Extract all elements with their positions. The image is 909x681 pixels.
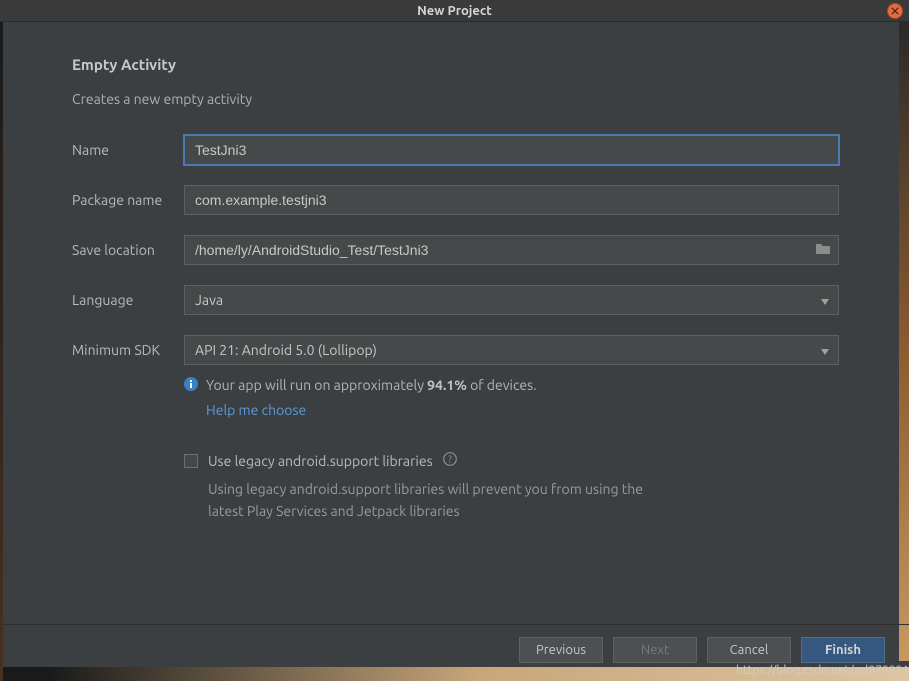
watermark: https://blog.csdn.net/zxl970921 [736, 664, 909, 677]
language-select[interactable]: Java [184, 285, 839, 315]
sdk-label: Minimum SDK [72, 342, 184, 358]
legacy-section: Use legacy android.support libraries ? U… [184, 452, 839, 523]
content-area: Empty Activity Creates a new empty activ… [0, 22, 909, 523]
location-label: Save location [72, 242, 184, 258]
name-label: Name [72, 142, 184, 158]
location-input[interactable] [184, 235, 839, 265]
close-icon [891, 7, 899, 15]
background-strip-left [0, 22, 3, 681]
svg-text:?: ? [448, 454, 452, 465]
close-button[interactable] [887, 3, 903, 19]
legacy-checkbox[interactable] [184, 454, 198, 468]
legacy-description: Using legacy android.support libraries w… [208, 478, 678, 523]
info-section: Your app will run on approximately 94.1%… [184, 375, 839, 418]
help-me-choose-link[interactable]: Help me choose [206, 402, 839, 418]
sdk-select[interactable]: API 21: Android 5.0 (Lollipop) [184, 335, 839, 365]
background-strip-right [899, 22, 909, 661]
info-text: Your app will run on approximately 94.1%… [206, 375, 537, 396]
package-input[interactable] [184, 185, 839, 215]
button-bar: Previous Next Cancel Finish [0, 624, 909, 663]
sdk-row: Minimum SDK API 21: Android 5.0 (Lollipo… [72, 335, 839, 365]
location-row: Save location [72, 235, 839, 265]
previous-button[interactable]: Previous [519, 637, 603, 663]
folder-icon [815, 242, 831, 255]
legacy-checkbox-label: Use legacy android.support libraries [208, 453, 433, 469]
info-icon [184, 377, 198, 395]
titlebar: New Project [0, 0, 909, 22]
page-description: Creates a new empty activity [72, 91, 839, 107]
next-button[interactable]: Next [613, 637, 697, 663]
finish-button[interactable]: Finish [801, 637, 885, 663]
name-row: Name [72, 135, 839, 165]
language-row: Language Java [72, 285, 839, 315]
page-heading: Empty Activity [72, 56, 839, 73]
language-label: Language [72, 292, 184, 308]
package-row: Package name [72, 185, 839, 215]
window-title: New Project [417, 4, 492, 18]
package-label: Package name [72, 192, 184, 208]
cancel-button[interactable]: Cancel [707, 637, 791, 663]
browse-button[interactable] [815, 241, 831, 259]
name-input[interactable] [184, 135, 839, 165]
help-icon[interactable]: ? [443, 452, 457, 470]
